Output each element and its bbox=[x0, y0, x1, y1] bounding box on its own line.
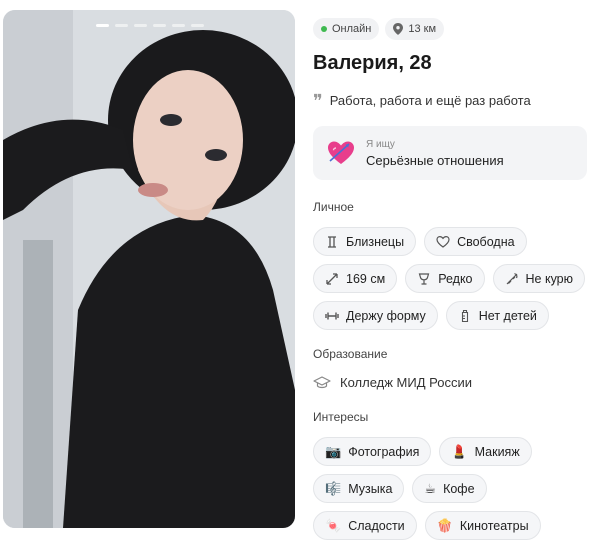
wine-glass-icon bbox=[418, 272, 430, 285]
personal-chip-label: Не курю bbox=[525, 271, 574, 286]
coffee-icon: ☕ bbox=[424, 481, 437, 496]
location-pin-icon bbox=[393, 23, 404, 35]
height-arrows-icon bbox=[326, 272, 338, 285]
distance-label: 13 км bbox=[408, 23, 437, 35]
personal-chip-label: Редко bbox=[438, 271, 473, 286]
personal-chip: Свободна bbox=[424, 227, 527, 256]
lipstick-icon: 💄 bbox=[451, 444, 468, 459]
distance-badge: 13 км bbox=[385, 18, 445, 40]
education-section-title: Образование bbox=[313, 347, 388, 361]
heart-outline-icon bbox=[436, 235, 450, 248]
interest-chip: ☕ Кофе bbox=[412, 474, 487, 503]
interest-chip: 🍿 Кинотеатры bbox=[424, 511, 541, 540]
gemini-icon bbox=[328, 235, 336, 248]
personal-chip-label: Нет детей bbox=[478, 308, 537, 323]
online-dot-icon bbox=[321, 26, 327, 32]
interest-chip-label: Фотография bbox=[348, 444, 420, 459]
personal-chip-label: Близнецы bbox=[346, 234, 405, 249]
profile-name: Валерия, 28 bbox=[313, 52, 432, 74]
bio-text: Работа, работа и ещё раз работа bbox=[329, 92, 531, 108]
photo-dot[interactable] bbox=[134, 24, 147, 27]
personal-chip-label: Держу форму bbox=[346, 308, 426, 323]
interest-chip-label: Кинотеатры bbox=[459, 518, 529, 533]
education-value: Колледж МИД России bbox=[340, 375, 472, 390]
personal-chip-label: Свободна bbox=[457, 234, 515, 249]
dumbbell-icon bbox=[325, 312, 339, 319]
looking-for-value: Серьёзные отношения bbox=[366, 152, 504, 168]
photo-dot[interactable] bbox=[191, 24, 204, 27]
personal-chip: 169 см bbox=[313, 264, 398, 293]
personal-chip: Держу форму bbox=[313, 301, 438, 330]
interest-chip: 🎼 Музыка bbox=[313, 474, 405, 503]
interest-chip: 🍬 Сладости bbox=[313, 511, 417, 540]
quote-icon: ❞ bbox=[313, 91, 323, 112]
interest-chip: 💄 Макияж bbox=[439, 437, 532, 466]
interest-chip-label: Сладости bbox=[348, 518, 405, 533]
status-row: Онлайн 13 км bbox=[313, 18, 593, 40]
looking-for-label: Я ищу bbox=[366, 138, 395, 150]
photo-pagination bbox=[96, 24, 204, 27]
photo-dot[interactable] bbox=[115, 24, 128, 27]
photo-illustration bbox=[3, 10, 295, 528]
no-smoking-icon bbox=[506, 272, 518, 284]
photo-dot[interactable] bbox=[172, 24, 185, 27]
popcorn-icon: 🍿 bbox=[436, 518, 453, 533]
interest-chip-label: Кофе bbox=[443, 481, 475, 496]
photo-dot[interactable] bbox=[153, 24, 166, 27]
education-row: Колледж МИД России bbox=[313, 375, 593, 390]
online-badge: Онлайн bbox=[313, 18, 380, 40]
online-label: Онлайн bbox=[332, 23, 372, 35]
graduation-cap-icon bbox=[313, 375, 331, 388]
music-icon: 🎼 bbox=[325, 481, 342, 496]
photo-dot[interactable] bbox=[96, 24, 109, 27]
personal-chip: Близнецы bbox=[313, 227, 417, 256]
camera-icon: 📷 bbox=[325, 444, 342, 459]
personal-chips: Близнецы Свободна 169 см Редко Не курю Держу … bbox=[313, 227, 598, 330]
bio-row: ❞ Работа, работа и ещё раз работа bbox=[313, 89, 593, 111]
personal-chip: Нет детей bbox=[445, 301, 549, 330]
personal-section-title: Личное bbox=[313, 200, 354, 214]
interest-chip-label: Музыка bbox=[348, 481, 393, 496]
candy-icon: 🍬 bbox=[325, 518, 342, 533]
interest-chips: 📷 Фотография 💄 Макияж 🎼 Музыка ☕ Кофе 🍬 Сладости 🍿… bbox=[313, 437, 598, 540]
personal-chip: Не курю bbox=[492, 264, 586, 293]
interest-chip-label: Макияж bbox=[474, 444, 520, 459]
personal-chip-label: 169 см bbox=[346, 271, 386, 286]
personal-chip: Редко bbox=[405, 264, 485, 293]
baby-bottle-icon bbox=[461, 309, 468, 322]
interests-section-title: Интересы bbox=[313, 410, 369, 424]
heart-arrow-icon bbox=[328, 141, 354, 164]
profile-photo[interactable] bbox=[3, 10, 295, 528]
interest-chip: 📷 Фотография bbox=[313, 437, 432, 466]
profile-info: Онлайн 13 км Валерия, 28 ❞ Работа, работ… bbox=[313, 18, 593, 540]
looking-for-card: Я ищу Серьёзные отношения bbox=[313, 126, 587, 180]
